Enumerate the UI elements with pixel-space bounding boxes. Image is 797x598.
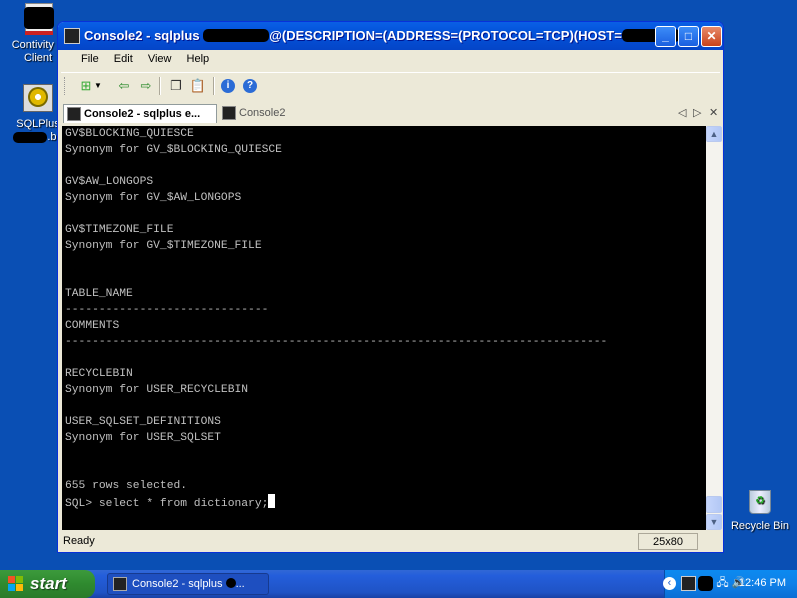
tray-network-icon[interactable]: 🖧 xyxy=(715,576,730,591)
redacted-task-name xyxy=(225,578,236,588)
console-output[interactable]: GV$BLOCKING_QUIESCE Synonym for GV_$BLOC… xyxy=(62,126,706,530)
sqlplus-gear-icon xyxy=(23,84,53,112)
toolbar-grip[interactable] xyxy=(64,77,68,95)
title-bar[interactable]: Console2 - sqlplus @(DESCRIPTION=(ADDRES… xyxy=(58,22,723,50)
toolbar-separator xyxy=(159,77,161,95)
start-button[interactable]: start xyxy=(0,570,95,598)
system-tray: ‹ 🖧 🔊 12:46 PM xyxy=(663,570,797,598)
redacted-user xyxy=(203,29,270,42)
status-text: Ready xyxy=(63,535,95,547)
tab-bar: Console2 - sqlplus e... Console2 ◁ ▷ ✕ xyxy=(61,102,720,124)
window-title: Console2 - sqlplus @(DESCRIPTION=(ADDRES… xyxy=(84,28,680,43)
console-prompt: SQL> select * from dictionary; xyxy=(65,498,269,510)
back-icon[interactable]: ⇦ xyxy=(115,77,133,95)
windows-flag-icon xyxy=(8,576,24,592)
console-text: GV$BLOCKING_QUIESCE Synonym for GV_$BLOC… xyxy=(65,128,608,492)
task-label: Console2 - sqlplus xyxy=(132,578,226,590)
console-tab-icon xyxy=(222,106,236,120)
toolbar-separator xyxy=(213,77,215,95)
paste-icon[interactable]: 📋 xyxy=(189,77,207,95)
copy-icon[interactable]: ❐ xyxy=(167,77,185,95)
sqlplus-label: SQLPlus xyxy=(16,118,60,130)
menu-help[interactable]: Help xyxy=(181,50,216,65)
dropdown-arrow-icon[interactable]: ▼ xyxy=(94,77,102,95)
menu-edit[interactable]: Edit xyxy=(108,50,139,65)
text-cursor xyxy=(268,494,276,508)
console-tab-icon xyxy=(67,107,81,121)
scroll-down-button[interactable]: ▼ xyxy=(706,514,722,530)
minimize-button[interactable]: _ xyxy=(655,26,676,47)
clock: 12:46 PM xyxy=(738,577,786,589)
close-button[interactable]: ✕ xyxy=(701,26,722,47)
menu-bar: File Edit View Help xyxy=(61,50,720,70)
console-dimensions: 25x80 xyxy=(638,533,698,550)
tray-console-icon[interactable] xyxy=(681,576,696,591)
taskbar: start Console2 - sqlplus ... ‹ 🖧 🔊 12:46… xyxy=(0,570,797,598)
console-prompt-line[interactable]: SQL> select * from dictionary; xyxy=(62,494,706,512)
console2-window: Console2 - sqlplus @(DESCRIPTION=(ADDRES… xyxy=(57,21,724,553)
tab-prev-icon[interactable]: ◁ xyxy=(678,106,686,119)
tab-console-sqlplus[interactable]: Console2 - sqlplus e... xyxy=(63,104,217,123)
tray-expand-icon[interactable]: ‹ xyxy=(663,577,676,590)
tab-console2[interactable]: Console2 xyxy=(219,104,289,123)
help-icon[interactable]: ? xyxy=(243,79,257,93)
recycle-bin-label: Recycle Bin xyxy=(730,520,790,532)
redacted-name xyxy=(13,131,48,143)
toolbar: ⊞ ▼ ⇦ ⇨ ❐ 📋 i ? xyxy=(61,72,720,99)
tab-next-icon[interactable]: ▷ xyxy=(693,106,701,119)
tray-redacted-icon[interactable] xyxy=(698,576,713,591)
task-label-suffix: ... xyxy=(235,578,245,590)
maximize-button[interactable]: □ xyxy=(678,26,699,47)
console-task-icon xyxy=(113,577,127,591)
forward-icon[interactable]: ⇨ xyxy=(137,77,155,95)
taskbar-button-console2[interactable]: Console2 - sqlplus ... xyxy=(107,573,269,595)
info-icon[interactable]: i xyxy=(221,79,235,93)
tab-close-icon[interactable]: ✕ xyxy=(709,106,718,119)
console-app-icon xyxy=(64,28,80,44)
vertical-scrollbar[interactable]: ▲ ▼ xyxy=(706,126,722,530)
scroll-thumb[interactable] xyxy=(706,496,722,513)
menu-view[interactable]: View xyxy=(142,50,178,65)
new-tab-icon[interactable]: ⊞ xyxy=(77,77,95,95)
status-bar: Ready 25x80 xyxy=(61,532,720,552)
contivity-icon xyxy=(22,3,54,35)
start-label: start xyxy=(30,574,67,593)
menu-file[interactable]: File xyxy=(75,50,105,65)
scroll-up-button[interactable]: ▲ xyxy=(706,126,722,142)
recycle-bin-icon: ♻ xyxy=(747,486,773,516)
desktop-icon-recycle-bin[interactable]: ♻ Recycle Bin xyxy=(722,486,797,533)
